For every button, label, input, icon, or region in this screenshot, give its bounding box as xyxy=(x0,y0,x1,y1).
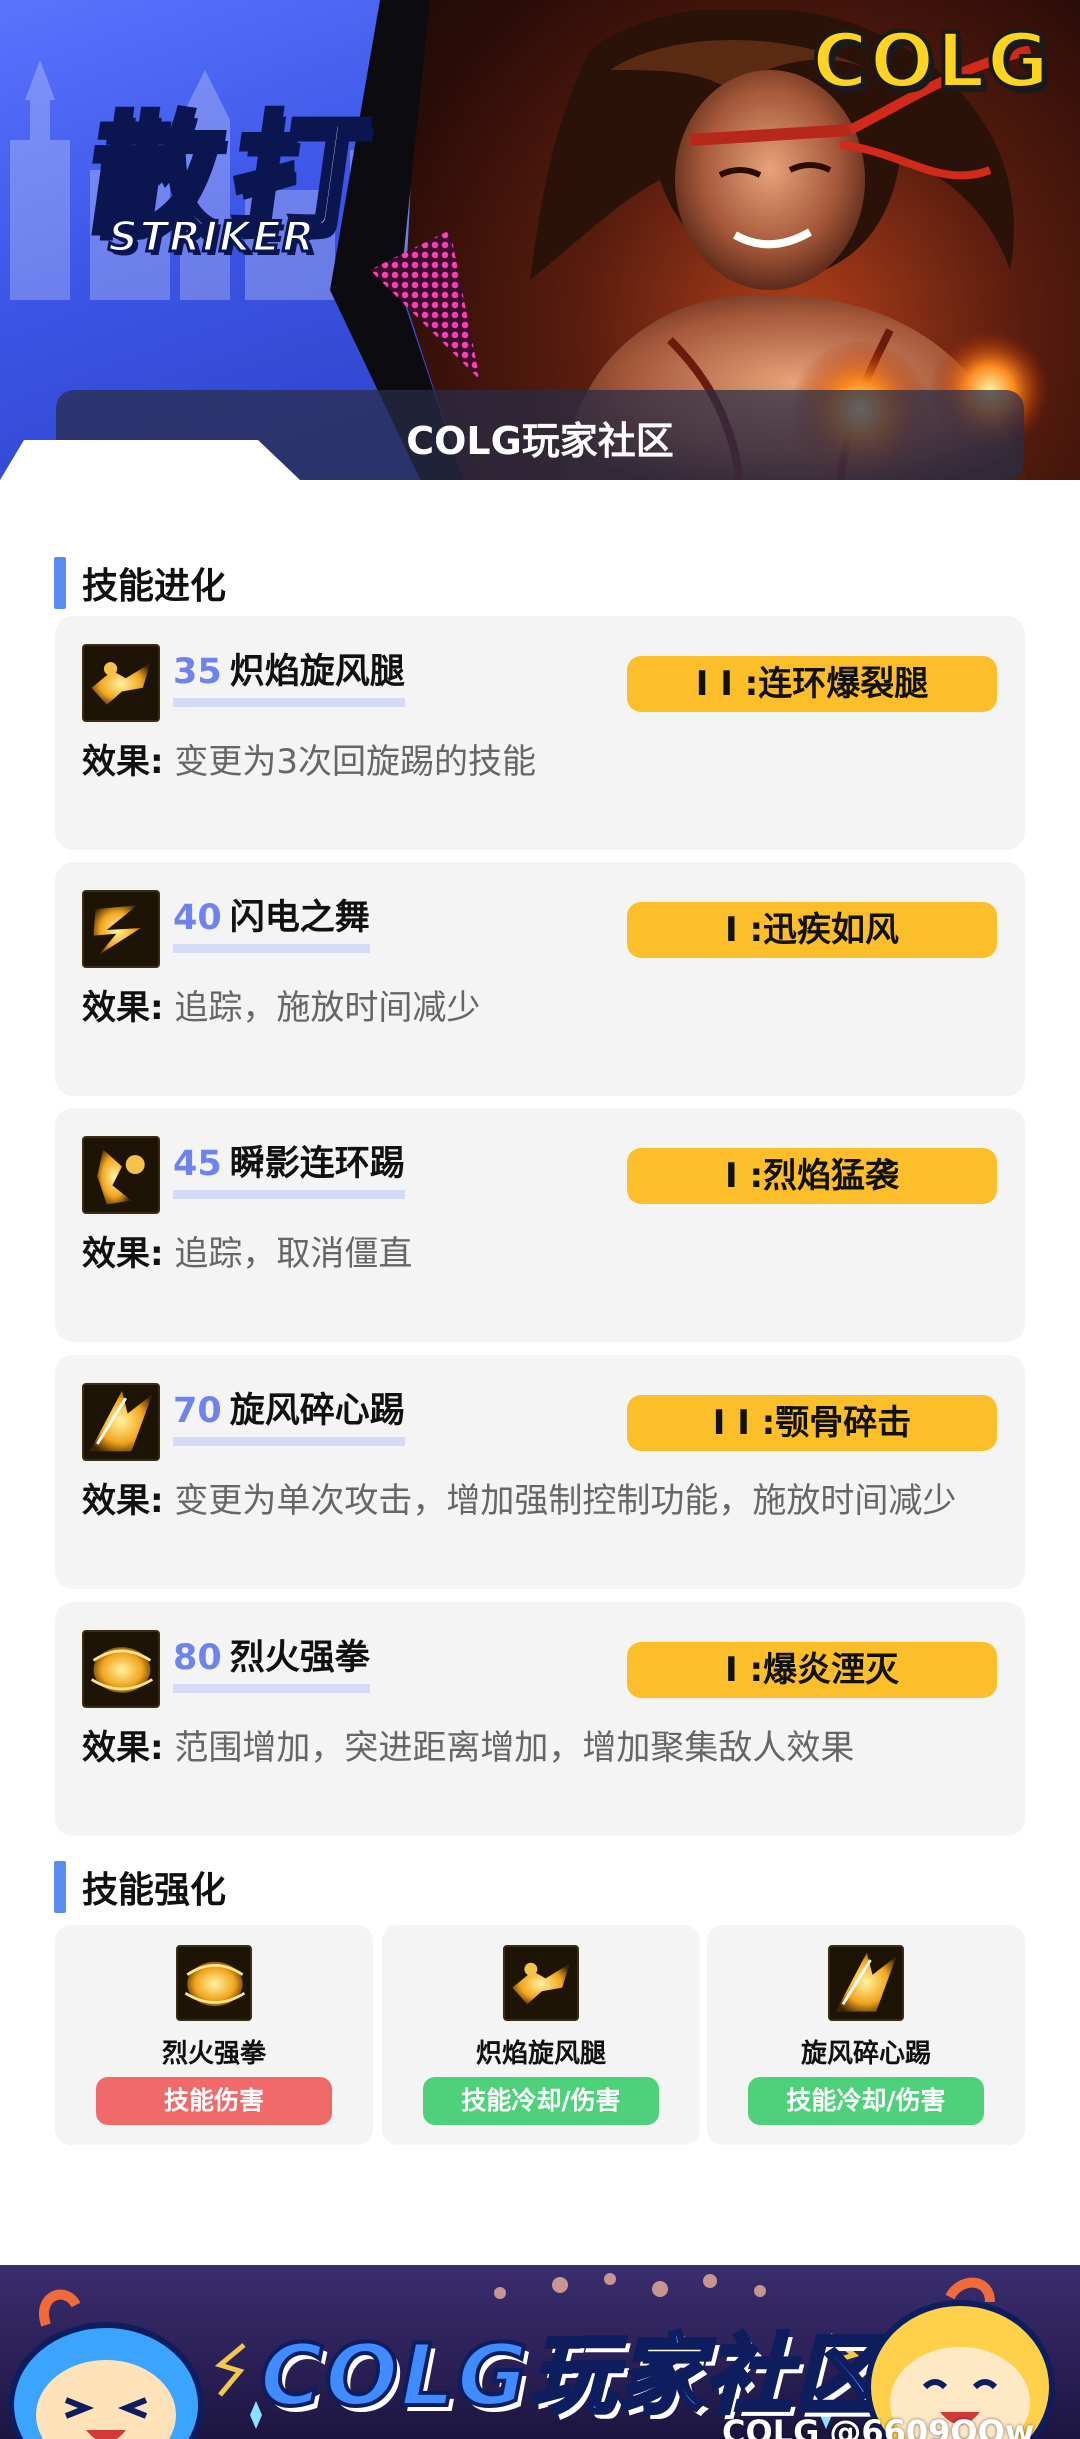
skill-evolution-card: 70 旋风碎心踢 Ⅰ Ⅰ :颚骨碎击效果: 变更为单次攻击，增加强制控制功能，施放时… xyxy=(55,1355,1025,1589)
skill-effect: 效果: 变更为单次攻击，增加强制控制功能，施放时间减少 xyxy=(82,1475,1002,1527)
skill-level: 45 xyxy=(173,1144,222,1184)
skill-evolution-card: 80 烈火强拳 Ⅰ :爆炎湮灭效果: 范围增加，突进距离增加，增加聚集敌人效果 xyxy=(55,1602,1025,1836)
skill-evolution-card: 45 瞬影连环踢 Ⅰ :烈焰猛袭效果: 追踪，取消僵直 xyxy=(55,1108,1025,1342)
skill-effect: 效果: 追踪，施放时间减少 xyxy=(82,982,1002,1034)
evolution-tag: Ⅰ :烈焰猛袭 xyxy=(627,1148,997,1204)
skill-effect: 效果: 范围增加，突进距离增加，增加聚集敌人效果 xyxy=(82,1722,1002,1774)
effect-text: 范围增加，突进距离增加，增加聚集敌人效果 xyxy=(174,1728,855,1768)
skill-evolution-card: 40 闪电之舞 Ⅰ :迅疾如风效果: 追踪，施放时间减少 xyxy=(55,862,1025,1096)
skill-level: 35 xyxy=(173,652,222,692)
skill-title: 烈火强拳 xyxy=(229,1638,370,1678)
section-skill-enhance: 技能强化 xyxy=(54,1861,226,1913)
effect-text: 追踪，施放时间减少 xyxy=(174,988,481,1028)
effect-label: 效果: xyxy=(82,1481,164,1521)
section-accent-bar xyxy=(54,557,66,609)
skill-enhance-card: 旋风碎心踢技能冷却/伤害 xyxy=(707,1925,1025,2145)
skill-name: 35 炽焰旋风腿 xyxy=(173,652,405,707)
effect-label: 效果: xyxy=(82,1728,164,1768)
enhance-skill-name: 烈火强拳 xyxy=(161,2039,266,2069)
evolution-tag: Ⅰ :爆炎湮灭 xyxy=(627,1642,997,1698)
skill-evolution-card: 35 炽焰旋风腿 Ⅰ Ⅰ :连环爆裂腿效果: 变更为3次回旋踢的技能 xyxy=(55,616,1025,850)
fire-fist-icon xyxy=(176,1945,252,2021)
enhance-type-tag: 技能冷却/伤害 xyxy=(748,2077,984,2125)
watermark-logo: COLG xyxy=(722,2413,820,2439)
effect-text: 变更为单次攻击，增加强制控制功能，施放时间减少 xyxy=(174,1481,957,1521)
enhance-type-tag: 技能冷却/伤害 xyxy=(423,2077,659,2125)
section-skill-evolution: 技能进化 xyxy=(54,557,226,609)
skill-level: 80 xyxy=(173,1638,222,1678)
flame-kick-icon xyxy=(82,644,160,722)
footer-title: COLG玩家社区 xyxy=(258,2324,882,2428)
lightning-dance-icon xyxy=(82,890,160,968)
effect-label: 效果: xyxy=(82,1234,164,1274)
section-title: 技能进化 xyxy=(82,566,227,607)
whirlwind-kick-icon xyxy=(828,1945,904,2021)
watermark: COLG @6609QQw xyxy=(722,2413,1034,2439)
colg-logo: COLG xyxy=(810,14,1052,107)
enhance-skill-name: 炽焰旋风腿 xyxy=(475,2039,606,2069)
evolution-tag: Ⅰ :迅疾如风 xyxy=(627,902,997,958)
skill-title: 旋风碎心踢 xyxy=(229,1391,405,1431)
skill-name: 80 烈火强拳 xyxy=(173,1638,370,1693)
skill-enhance-card: 烈火强拳 技能伤害 xyxy=(55,1925,373,2145)
enhance-type-tag: 技能伤害 xyxy=(96,2077,332,2125)
skill-title: 闪电之舞 xyxy=(229,898,370,938)
enhance-skill-name: 旋风碎心踢 xyxy=(800,2039,931,2069)
skill-name: 45 瞬影连环踢 xyxy=(173,1144,405,1199)
section-accent-bar xyxy=(54,1861,66,1913)
effect-label: 效果: xyxy=(82,988,164,1028)
skill-name: 70 旋风碎心踢 xyxy=(173,1391,405,1446)
watermark-user: @6609QQw xyxy=(829,2413,1035,2439)
effect-text: 追踪，取消僵直 xyxy=(174,1234,413,1274)
evolution-tag: Ⅰ Ⅰ :颚骨碎击 xyxy=(627,1395,997,1451)
skill-title: 瞬影连环踢 xyxy=(229,1144,405,1184)
skill-effect: 效果: 追踪，取消僵直 xyxy=(82,1228,1002,1280)
skill-name: 40 闪电之舞 xyxy=(173,898,370,953)
skill-title: 炽焰旋风腿 xyxy=(229,652,405,692)
shadow-kick-icon xyxy=(82,1136,160,1214)
skill-level: 40 xyxy=(173,898,222,938)
effect-text: 变更为3次回旋踢的技能 xyxy=(174,742,537,782)
effect-label: 效果: xyxy=(82,742,164,782)
whirlwind-kick-icon xyxy=(82,1383,160,1461)
skill-enhance-card: 炽焰旋风腿技能冷却/伤害 xyxy=(382,1925,700,2145)
skill-effect: 效果: 变更为3次回旋踢的技能 xyxy=(82,736,1002,788)
flame-kick-icon xyxy=(503,1945,579,2021)
fire-fist-icon xyxy=(82,1630,160,1708)
mascot-left-icon xyxy=(8,2289,204,2439)
evolution-tag: Ⅰ Ⅰ :连环爆裂腿 xyxy=(627,656,997,712)
skill-level: 70 xyxy=(173,1391,222,1431)
section-title: 技能强化 xyxy=(82,1870,227,1911)
class-title-english: STRIKER xyxy=(106,211,316,263)
